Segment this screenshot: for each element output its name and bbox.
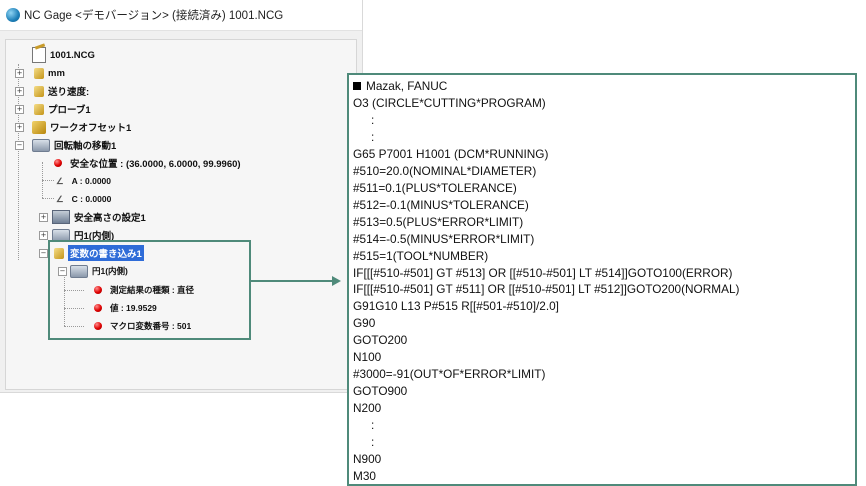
ncg-file-icon	[32, 47, 46, 63]
code-line: M30	[353, 468, 376, 483]
tree-item-probe[interactable]: プローブ1	[32, 101, 91, 117]
code-line: GOTO200	[353, 333, 408, 348]
square-bullet-icon	[353, 82, 361, 90]
tree-item-safe-height[interactable]: 安全高さの設定1	[52, 209, 146, 225]
units-icon	[34, 67, 44, 79]
code-line: G65 P7001 H1001 (DCM*RUNNING)	[353, 146, 549, 161]
code-header: Mazak, FANUC	[353, 78, 447, 94]
code-line: #3000=-91(OUT*OF*ERROR*LIMIT)	[353, 367, 546, 382]
expand-toggle[interactable]: +	[39, 231, 48, 240]
code-line: #513=0.5(PLUS*ERROR*LIMIT)	[353, 214, 524, 229]
tree-item-a-axis[interactable]: ∠ A : 0.0000	[52, 173, 111, 189]
tree-item-label: 送り速度:	[48, 87, 90, 98]
tree-item-label: ワークオフセット1	[50, 123, 132, 134]
code-line: :	[371, 129, 375, 144]
collapse-toggle[interactable]: −	[15, 141, 24, 150]
code-header-text: Mazak, FANUC	[366, 79, 448, 93]
code-line: :	[371, 435, 375, 449]
callout-arrow-head	[332, 276, 341, 286]
title-bar: NC Gage <デモバージョン> (接続済み) 1001.NCG	[0, 0, 362, 31]
tree-item-mm[interactable]: mm	[32, 65, 65, 81]
tree-item-label: 安全高さの設定1	[74, 213, 146, 224]
expand-toggle[interactable]: +	[15, 87, 24, 96]
code-line: #511=0.1(PLUS*TOLERANCE)	[353, 180, 517, 195]
code-line: O3 (CIRCLE*CUTTING*PROGRAM)	[353, 96, 546, 110]
window-title: NC Gage <デモバージョン> (接続済み) 1001.NCG	[24, 10, 284, 22]
tree-item-label: 回転軸の移動1	[54, 141, 117, 152]
code-line: N200	[353, 401, 382, 416]
tree-item-rotary-move[interactable]: 回転軸の移動1	[32, 137, 116, 153]
work-offset-icon	[32, 120, 46, 134]
tree-item-c-axis[interactable]: ∠ C : 0.0000	[52, 191, 111, 207]
rotary-axis-icon	[32, 138, 50, 152]
code-line: N100	[353, 350, 382, 365]
position-marker-icon	[54, 159, 62, 167]
collapse-toggle[interactable]: −	[39, 249, 48, 258]
angle-icon: ∠	[56, 193, 64, 204]
tree-item-label: A : 0.0000	[71, 176, 111, 186]
tree-item-work-offset[interactable]: ワークオフセット1	[32, 119, 131, 135]
code-line: GOTO900	[353, 384, 408, 399]
tree-item-safe-position[interactable]: 安全な位置 : (36.0000, 6.0000, 99.9960)	[52, 155, 241, 171]
code-line: #512=-0.1(MINUS*TOLERANCE)	[353, 197, 529, 212]
code-line: G91G10 L13 P#515 R[[#501-#510]/2.0]	[353, 299, 559, 314]
expand-toggle[interactable]: +	[15, 123, 24, 132]
tree-item-label: C : 0.0000	[71, 194, 112, 204]
probe-icon	[34, 103, 44, 115]
tree-root[interactable]: 1001.NCG	[32, 47, 95, 63]
code-line: :	[371, 418, 375, 433]
tree-root-label: 1001.NCG	[50, 49, 95, 61]
angle-icon: ∠	[56, 175, 64, 186]
expand-toggle[interactable]: +	[15, 69, 24, 78]
code-line: IF[[[#510-#501] GT #513] OR [[#510-#501]…	[353, 265, 733, 280]
callout-arrow	[249, 280, 337, 282]
tree-item-label: プローブ1	[48, 105, 91, 116]
tree-item-feed-rate[interactable]: 送り速度:	[32, 83, 89, 99]
nc-code-panel: Mazak, FANUC O3 (CIRCLE*CUTTING*PROGRAM)…	[347, 73, 857, 486]
code-line: G90	[353, 316, 376, 331]
highlight-frame	[48, 240, 251, 340]
expand-toggle[interactable]: +	[39, 213, 48, 222]
safe-height-icon	[52, 210, 70, 224]
app-globe-icon	[6, 8, 20, 22]
code-line: #514=-0.5(MINUS*ERROR*LIMIT)	[353, 231, 535, 246]
code-line: :	[371, 112, 375, 127]
feed-rate-icon	[34, 85, 44, 97]
tree-item-label: mm	[48, 67, 65, 79]
code-line: #515=1(TOOL*NUMBER)	[353, 248, 489, 263]
code-line: N900	[353, 451, 382, 466]
code-line: #510=20.0(NOMINAL*DIAMETER)	[353, 163, 537, 178]
code-line: IF[[[#510-#501] GT #511] OR [[#510-#501]…	[353, 282, 740, 297]
tree-item-label: 安全な位置 : (36.0000, 6.0000, 99.9960)	[70, 159, 241, 170]
expand-toggle[interactable]: +	[15, 105, 24, 114]
